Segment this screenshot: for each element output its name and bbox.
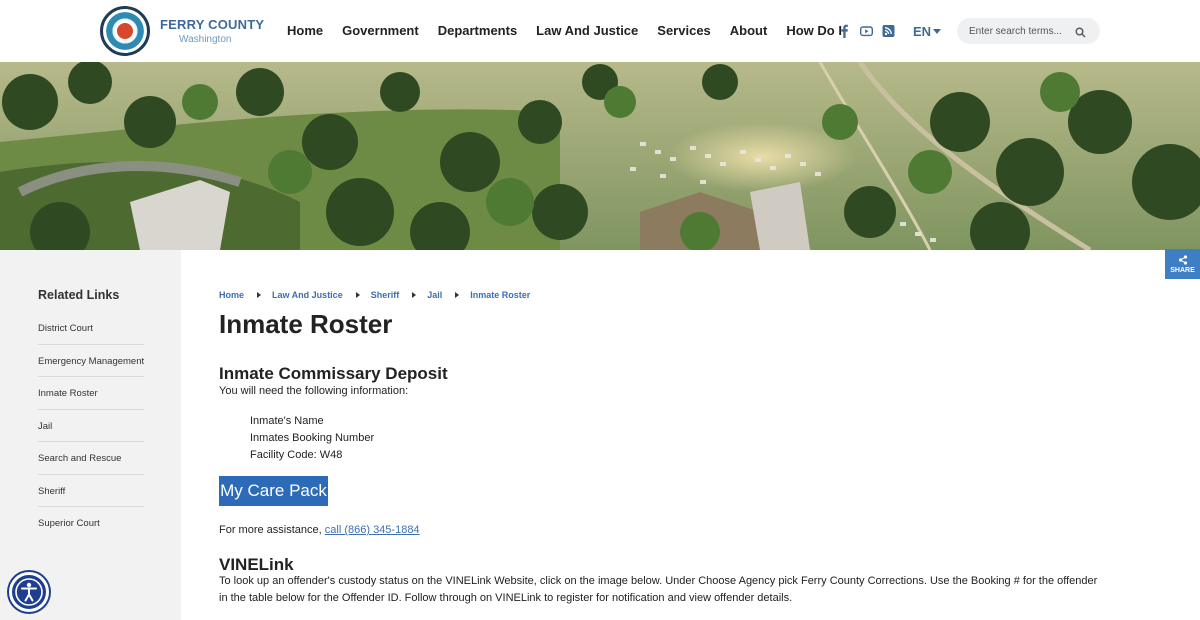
commissary-heading: Inmate Commissary Deposit bbox=[219, 364, 448, 383]
main-nav: Home Government Departments Law And Just… bbox=[287, 23, 861, 38]
nav-law-and-justice[interactable]: Law And Justice bbox=[536, 23, 638, 38]
required-info-list: Inmate's Name Inmates Booking Number Fac… bbox=[250, 413, 374, 464]
sidebar-link[interactable]: District Court bbox=[38, 323, 93, 334]
breadcrumb-inmate-roster[interactable]: Inmate Roster bbox=[470, 290, 530, 300]
list-item: Inmate's Name bbox=[250, 415, 324, 427]
sidebar-item-search-and-rescue: Search and Rescue bbox=[38, 442, 144, 475]
chevron-right-icon bbox=[455, 292, 460, 298]
vinelink-heading: VINELink bbox=[219, 555, 294, 574]
sidebar-title: Related Links bbox=[38, 288, 120, 302]
nav-government[interactable]: Government bbox=[342, 23, 419, 38]
list-item: Facility Code: W48 bbox=[250, 449, 343, 461]
breadcrumb-home[interactable]: Home bbox=[219, 290, 244, 300]
sidebar-link[interactable]: Jail bbox=[38, 421, 52, 432]
breadcrumb-sheriff[interactable]: Sheriff bbox=[371, 290, 400, 300]
accessibility-icon bbox=[15, 578, 43, 606]
site-header: FERRY COUNTY Washington Home Government … bbox=[0, 0, 1200, 62]
aerial-photo-illustration bbox=[0, 62, 1200, 250]
related-links-sidebar: Related Links District Court Emergency M… bbox=[0, 250, 181, 620]
sidebar-item-sheriff: Sheriff bbox=[38, 475, 144, 507]
chevron-down-icon[interactable] bbox=[933, 29, 941, 34]
site-subtitle: Washington bbox=[179, 34, 232, 45]
sidebar-link[interactable]: Inmate Roster bbox=[38, 388, 98, 399]
vinelink-text-line1: To look up an offender's custody status … bbox=[219, 575, 1098, 587]
share-button[interactable]: SHARE bbox=[1165, 249, 1200, 279]
assistance-label: For more assistance, bbox=[219, 524, 325, 536]
list-item: Inmates Booking Number bbox=[250, 432, 375, 444]
accessibility-button[interactable] bbox=[9, 572, 49, 612]
my-care-pack-button[interactable]: My Care Pack bbox=[219, 476, 328, 506]
nav-services[interactable]: Services bbox=[657, 23, 711, 38]
chevron-right-icon bbox=[355, 292, 360, 298]
breadcrumb-law-and-justice[interactable]: Law And Justice bbox=[272, 290, 343, 300]
rss-icon[interactable] bbox=[882, 24, 895, 38]
search-icon[interactable] bbox=[1075, 25, 1086, 38]
sidebar-link[interactable]: Sheriff bbox=[38, 486, 65, 497]
sidebar-list: District Court Emergency Management Inma… bbox=[38, 312, 144, 540]
nav-home[interactable]: Home bbox=[287, 23, 323, 38]
site-name[interactable]: FERRY COUNTY bbox=[160, 17, 264, 32]
sidebar-item-district-court: District Court bbox=[38, 312, 144, 345]
hero-aerial-image bbox=[0, 62, 1200, 250]
assistance-text: For more assistance, call (866) 345-1884 bbox=[219, 522, 420, 539]
language-selector[interactable]: EN bbox=[913, 24, 931, 39]
facebook-icon[interactable] bbox=[838, 24, 851, 38]
vinelink-text-line2: in the table below for the Offender ID. … bbox=[219, 592, 793, 604]
chevron-right-icon bbox=[257, 292, 262, 298]
sidebar-item-inmate-roster: Inmate Roster bbox=[38, 377, 144, 410]
youtube-icon[interactable] bbox=[859, 24, 874, 38]
need-info-text: You will need the following information: bbox=[219, 385, 409, 397]
nav-departments[interactable]: Departments bbox=[438, 23, 517, 38]
nav-how-do-i[interactable]: How Do I bbox=[786, 23, 842, 38]
sidebar-link[interactable]: Emergency Management bbox=[38, 356, 144, 367]
phone-link[interactable]: call (866) 345-1884 bbox=[325, 524, 420, 536]
social-links bbox=[838, 24, 895, 38]
breadcrumb-jail[interactable]: Jail bbox=[427, 290, 442, 300]
chevron-right-icon bbox=[412, 292, 417, 298]
page-title: Inmate Roster bbox=[219, 309, 393, 339]
nav-about[interactable]: About bbox=[730, 23, 768, 38]
sidebar-item-emergency-management: Emergency Management bbox=[38, 345, 144, 377]
sidebar-item-jail: Jail bbox=[38, 410, 144, 442]
sidebar-link[interactable]: Search and Rescue bbox=[38, 453, 121, 464]
share-label: SHARE bbox=[1170, 267, 1195, 274]
sidebar-item-superior-court: Superior Court bbox=[38, 507, 144, 540]
sidebar-link[interactable]: Superior Court bbox=[38, 518, 100, 529]
breadcrumb: Home Law And Justice Sheriff Jail Inmate… bbox=[219, 290, 530, 300]
county-seal-logo[interactable] bbox=[100, 6, 150, 56]
share-icon bbox=[1178, 255, 1188, 265]
